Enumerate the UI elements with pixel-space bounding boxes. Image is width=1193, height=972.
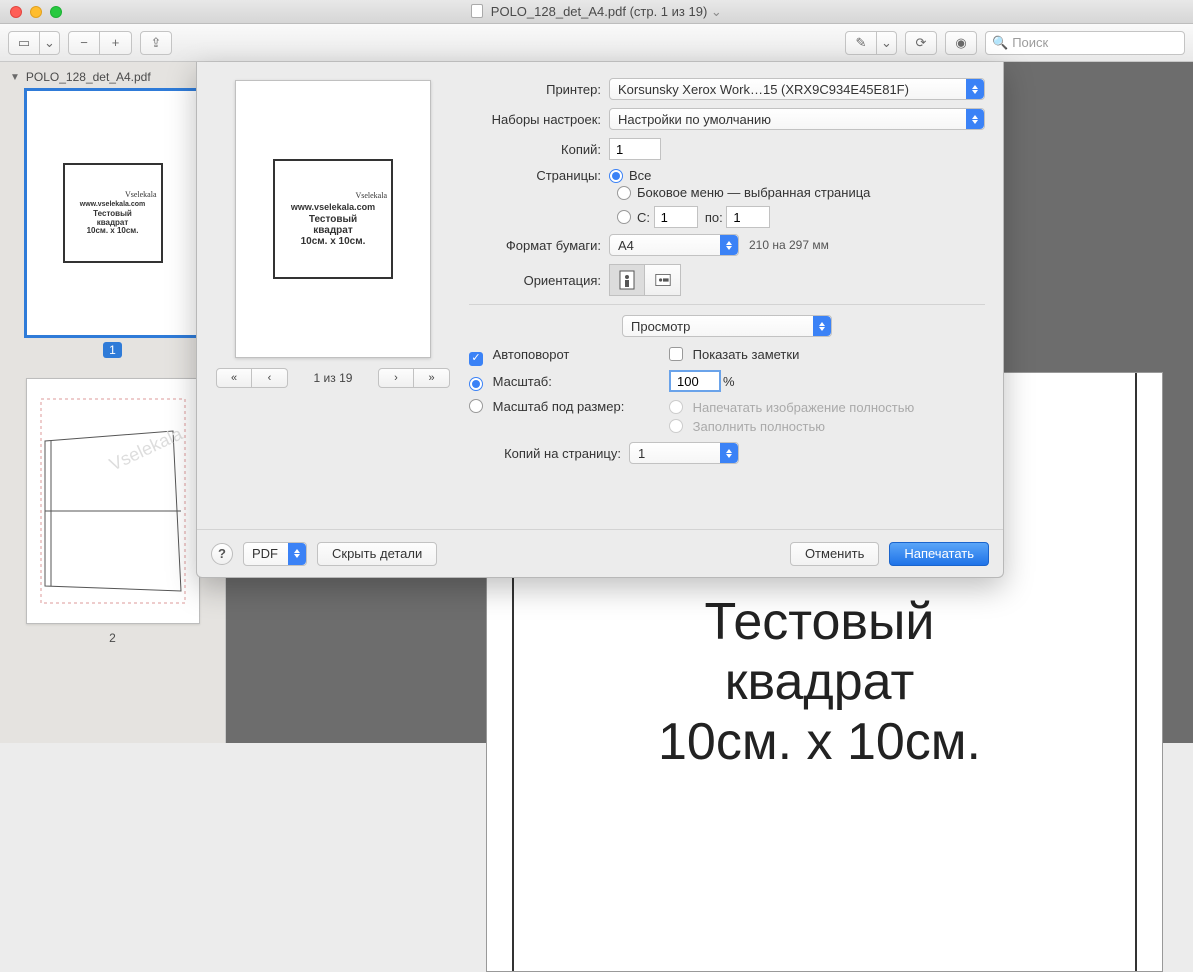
disclosure-triangle-icon[interactable]: ▼ (10, 72, 20, 83)
share-button[interactable]: ⇪ (140, 31, 172, 55)
paper-dimensions-text: 210 на 297 мм (749, 238, 829, 252)
autorotate-text: Автоповорот (493, 347, 570, 362)
preview-next-button[interactable]: › (378, 368, 414, 388)
sidebar-menu-button[interactable]: ⌄ (40, 31, 60, 55)
preview-page-indicator: 1 из 19 (308, 371, 358, 385)
copies-input[interactable] (609, 138, 661, 160)
scale-label-text: Масштаб: (493, 374, 552, 389)
printer-select[interactable]: Korsunsky Xerox Work…15 (XRX9C934E45E81F… (609, 78, 985, 100)
page-number-label: 2 (103, 630, 122, 646)
pages-from-input[interactable] (654, 206, 698, 228)
scale-radio[interactable] (469, 377, 483, 391)
doc-text-line3: 10см. x 10см. (506, 712, 1133, 772)
pages-from-label: С: (637, 210, 650, 225)
orientation-landscape-button[interactable] (645, 264, 681, 296)
orientation-portrait-button[interactable] (609, 264, 645, 296)
pages-sidebar-text: Боковое меню — выбранная страница (637, 185, 870, 200)
titlebar: POLO_128_det_A4.pdf (стр. 1 из 19) ⌄ (0, 0, 1193, 24)
zoom-out-button[interactable]: − (68, 31, 100, 55)
fit-radio[interactable] (469, 399, 483, 413)
fit-print-full-radio (669, 400, 683, 414)
pages-label: Страницы: (469, 168, 609, 183)
show-notes-checkbox[interactable] (669, 347, 683, 361)
thumbnails-sidebar: ▼ POLO_128_det_A4.pdf Vselekala www.vsel… (0, 62, 226, 743)
thumb-text: Тестовый квадрат 10см. x 10см. (87, 210, 139, 236)
print-dialog: Vselekala www.vselekala.com Тестовый ква… (196, 62, 1004, 578)
pages-range-radio[interactable] (617, 210, 631, 224)
highlight-button[interactable]: ✎ (845, 31, 877, 55)
presets-select[interactable]: Настройки по умолчанию (609, 108, 985, 130)
copies-per-page-label: Копий на страницу: (469, 446, 629, 461)
print-preview-page: Vselekala www.vselekala.com Тестовый ква… (235, 80, 431, 358)
pages-all-text: Все (629, 168, 651, 183)
pdf-menu[interactable]: PDF (243, 542, 307, 566)
thumb-url: www.vselekala.com (80, 201, 146, 208)
copies-label: Копий: (469, 142, 609, 157)
doc-text-line2: квадрат (506, 652, 1133, 712)
fit-fill-radio (669, 419, 683, 433)
highlight-menu-button[interactable]: ⌄ (877, 31, 897, 55)
cancel-button[interactable]: Отменить (790, 542, 879, 566)
search-icon: 🔍 (992, 35, 1008, 51)
sidebar-file-header[interactable]: ▼ POLO_128_det_A4.pdf (0, 68, 225, 90)
page-thumbnail-2[interactable]: Vselekala (26, 378, 200, 624)
pages-to-label: по: (705, 210, 723, 225)
page-thumbnail-1[interactable]: Vselekala www.vselekala.com Тестовый ква… (26, 90, 200, 336)
scale-unit: % (723, 374, 735, 389)
doc-text-line1: Тестовый (506, 592, 1133, 652)
printer-label: Принтер: (469, 82, 609, 97)
paper-label: Формат бумаги: (469, 238, 609, 253)
show-notes-text: Показать заметки (693, 347, 800, 362)
sidebar-toggle-button[interactable]: ▭ (8, 31, 40, 55)
pages-sidebar-radio[interactable] (617, 186, 631, 200)
zoom-in-button[interactable]: + (100, 31, 132, 55)
preview-prev-button[interactable]: ‹ (252, 368, 288, 388)
fit-fill-text: Заполнить полностью (693, 419, 825, 434)
help-button[interactable]: ? (211, 543, 233, 565)
app-options-select[interactable]: Просмотр (622, 315, 832, 337)
fit-print-full-text: Напечатать изображение полностью (693, 400, 915, 415)
thumb-brand: Vselekala (125, 190, 157, 199)
fit-label-text: Масштаб под размер: (493, 399, 625, 414)
preview-last-button[interactable]: » (414, 368, 450, 388)
window-title: POLO_128_det_A4.pdf (стр. 1 из 19) ⌄ (0, 4, 1193, 20)
orientation-label: Ориентация: (469, 273, 609, 288)
autorotate-checkbox[interactable] (469, 352, 483, 366)
paper-size-select[interactable]: A4 (609, 234, 739, 256)
hide-details-button[interactable]: Скрыть детали (317, 542, 437, 566)
toolbar: ▭ ⌄ − + ⇪ ✎ ⌄ ⟳ ◉ 🔍 Поиск (0, 24, 1193, 62)
markup-button[interactable]: ◉ (945, 31, 977, 55)
print-button[interactable]: Напечатать (889, 542, 989, 566)
document-icon (471, 4, 483, 18)
search-input[interactable]: 🔍 Поиск (985, 31, 1185, 55)
preview-first-button[interactable]: « (216, 368, 252, 388)
scale-input[interactable] (669, 370, 721, 392)
pages-all-radio[interactable] (609, 169, 623, 183)
presets-label: Наборы настроек: (469, 112, 609, 127)
pages-to-input[interactable] (726, 206, 770, 228)
rotate-button[interactable]: ⟳ (905, 31, 937, 55)
page-number-badge: 1 (103, 342, 122, 358)
copies-per-page-select[interactable]: 1 (629, 442, 739, 464)
